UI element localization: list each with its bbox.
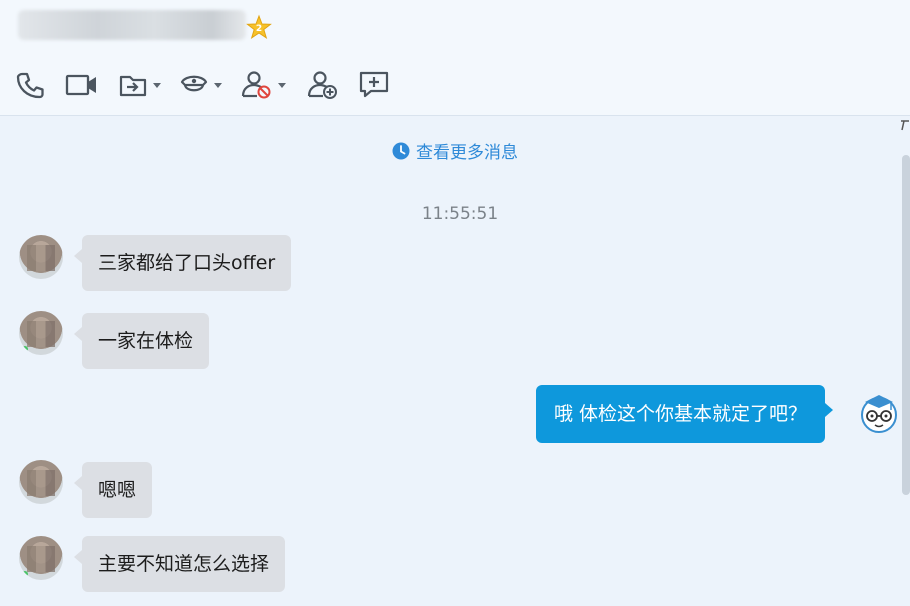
star-icon[interactable]: 2 (246, 14, 272, 40)
clock-icon (392, 142, 410, 159)
user-add-icon (307, 71, 337, 99)
view-more-label: 查看更多消息 (416, 143, 518, 163)
avatar-mosaic (27, 546, 55, 572)
video-camera-icon (65, 74, 96, 96)
chat-area: 查看更多消息 11:55:51 三家都给了口头offer 一家在体检 哦 体检这… (0, 116, 910, 606)
user-block-icon (241, 71, 271, 99)
contact-name-blurred[interactable] (18, 10, 246, 40)
chevron-down-icon (153, 82, 161, 88)
avatar-mosaic (27, 245, 55, 271)
police-hat-icon (180, 75, 208, 92)
phone-icon (16, 72, 44, 99)
message-bubble-incoming: 一家在体检 (73, 313, 210, 369)
message-bubble-incoming: 三家都给了口头offer (73, 235, 292, 291)
contact-avatar[interactable] (19, 536, 63, 580)
view-more-messages-link[interactable]: 查看更多消息 (0, 138, 910, 163)
new-chat-button[interactable] (358, 68, 390, 102)
remote-assist-button[interactable] (178, 68, 222, 102)
file-transfer-icon (119, 75, 147, 97)
contact-avatar[interactable] (19, 460, 63, 504)
avatar-mosaic (27, 321, 55, 347)
chat-add-icon (359, 71, 389, 98)
contact-avatar[interactable] (19, 235, 63, 279)
chevron-down-icon (214, 82, 222, 88)
file-transfer-button[interactable] (117, 68, 161, 102)
chat-header: 2 (0, 0, 910, 116)
video-call-button[interactable] (64, 68, 100, 102)
chat-scrollbar[interactable] (902, 155, 910, 495)
online-status-dot (22, 571, 28, 577)
add-friend-button[interactable] (306, 68, 340, 102)
message-bubble-outgoing: 哦 体检这个你基本就定了吧？ (536, 385, 834, 443)
block-user-button[interactable] (240, 68, 286, 102)
online-status-dot (22, 346, 28, 352)
voice-call-button[interactable] (14, 68, 46, 102)
message-timestamp: 11:55:51 (421, 204, 499, 224)
message-bubble-incoming: 主要不知道怎么选择 (73, 536, 286, 592)
message-bubble-incoming: 嗯嗯 (73, 462, 153, 518)
chevron-down-icon (278, 82, 286, 88)
contact-avatar[interactable] (19, 311, 63, 355)
self-avatar[interactable] (857, 388, 901, 434)
svg-text:2: 2 (256, 24, 262, 34)
avatar-mosaic (27, 470, 55, 496)
